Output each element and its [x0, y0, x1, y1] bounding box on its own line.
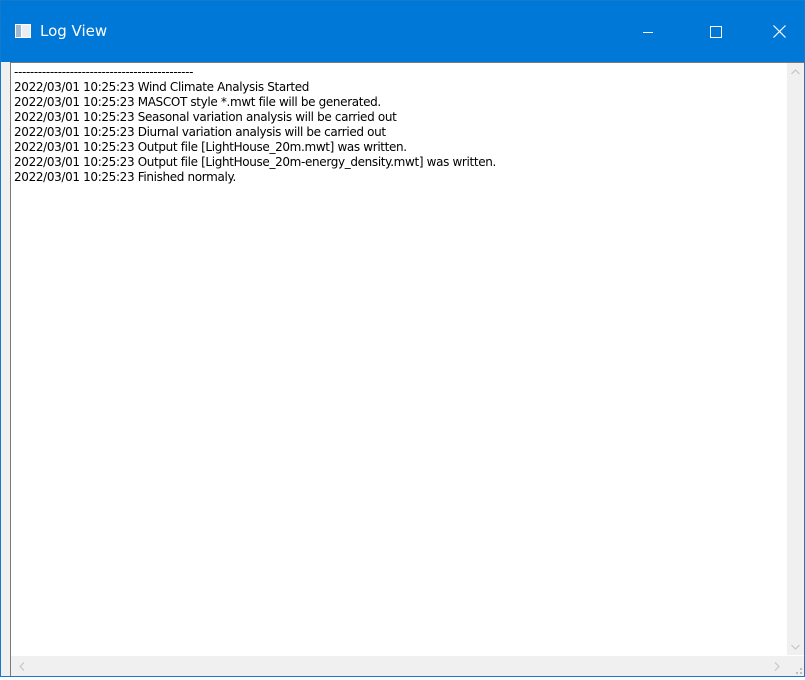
log-view-window: Log View -------------------------------…: [0, 0, 805, 677]
scroll-up-button[interactable]: [787, 63, 804, 80]
window-app-icon: [15, 24, 31, 38]
horizontal-scrollbar[interactable]: [11, 656, 787, 676]
title-bar[interactable]: Log View: [1, 1, 804, 62]
scroll-left-button[interactable]: [13, 658, 30, 675]
minimize-button[interactable]: [619, 1, 677, 62]
vertical-scrollbar[interactable]: [787, 63, 804, 655]
chevron-up-icon: [791, 68, 800, 74]
scroll-down-button[interactable]: [787, 638, 804, 655]
maximize-button[interactable]: [687, 1, 745, 62]
log-view-panel: ----------------------------------------…: [10, 62, 804, 676]
maximize-icon: [710, 25, 722, 38]
resize-grip-icon: [796, 668, 802, 674]
close-button[interactable]: [755, 1, 804, 62]
log-line: 2022/03/01 10:25:23 Output file [LightHo…: [14, 140, 407, 154]
log-line: 2022/03/01 10:25:23 Finished normaly.: [14, 170, 236, 184]
log-line: ----------------------------------------…: [14, 65, 194, 79]
log-line: 2022/03/01 10:25:23 MASCOT style *.mwt f…: [14, 95, 381, 109]
log-line: 2022/03/01 10:25:23 Output file [LightHo…: [14, 155, 496, 169]
window-title: Log View: [40, 22, 108, 40]
chevron-down-icon: [791, 644, 800, 650]
chevron-left-icon: [18, 662, 24, 671]
close-icon: [773, 25, 786, 38]
scroll-right-button[interactable]: [768, 658, 785, 675]
minimize-icon: [643, 31, 653, 33]
log-text-area[interactable]: ----------------------------------------…: [12, 65, 787, 655]
log-line: 2022/03/01 10:25:23 Wind Climate Analysi…: [14, 80, 310, 94]
size-grip[interactable]: [787, 656, 804, 676]
chevron-right-icon: [774, 662, 780, 671]
log-line: 2022/03/01 10:25:23 Seasonal variation a…: [14, 110, 397, 124]
log-line: 2022/03/01 10:25:23 Diurnal variation an…: [14, 125, 386, 139]
